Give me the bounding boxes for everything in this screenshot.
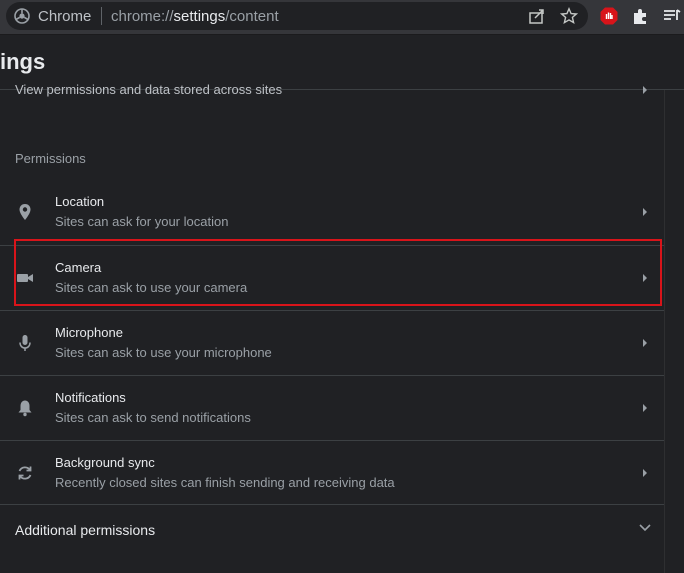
chrome-logo-icon xyxy=(14,8,30,24)
additional-permissions-label: Additional permissions xyxy=(15,522,156,538)
permission-row-microphone[interactable]: Microphone Sites can ask to use your mic… xyxy=(0,310,664,375)
permission-title: Background sync xyxy=(55,455,155,470)
share-icon[interactable] xyxy=(528,7,546,25)
permission-title: Notifications xyxy=(55,390,126,405)
permissions-section-heading: Permissions xyxy=(15,151,86,166)
chrome-chip-label: Chrome xyxy=(38,8,92,25)
permission-title: Camera xyxy=(55,260,102,275)
permission-row-camera[interactable]: Camera Sites can ask to use your camera xyxy=(0,245,664,310)
address-separator xyxy=(101,7,102,25)
permission-row-location[interactable]: Location Sites can ask for your location xyxy=(0,180,664,244)
location-pin-icon xyxy=(19,204,31,220)
permission-subtitle: Recently closed sites can finish sending… xyxy=(55,475,395,490)
settings-content: View permissions and data stored across … xyxy=(0,82,664,573)
chevron-right-icon xyxy=(643,339,647,347)
chevron-down-icon xyxy=(639,524,651,532)
chevron-right-icon xyxy=(643,208,647,216)
blocker-extension-icon[interactable] xyxy=(599,6,619,26)
microphone-icon xyxy=(19,335,31,351)
extensions-puzzle-icon[interactable] xyxy=(631,6,651,26)
chevron-right-icon xyxy=(643,86,647,94)
chevron-right-icon xyxy=(643,274,647,282)
bell-icon xyxy=(18,400,32,417)
permission-subtitle: Sites can ask to use your camera xyxy=(55,280,248,295)
url-scheme: chrome:// xyxy=(111,8,174,25)
url-path: /content xyxy=(225,8,279,25)
url-host: settings xyxy=(173,8,226,25)
chevron-right-icon xyxy=(643,404,647,412)
permission-row-notifications[interactable]: Notifications Sites can ask to send noti… xyxy=(0,375,664,440)
permission-subtitle: Sites can ask to send notifications xyxy=(55,410,251,425)
browser-toolbar: Chrome chrome://settings/content xyxy=(0,0,684,35)
view-permissions-row[interactable]: View permissions and data stored across … xyxy=(0,82,664,104)
permission-subtitle: Sites can ask for your location xyxy=(55,214,229,229)
camera-icon xyxy=(17,274,33,282)
sync-icon xyxy=(18,466,32,480)
permission-title: Location xyxy=(55,194,105,209)
url-text[interactable]: chrome://settings/content xyxy=(111,8,279,25)
scrollbar-track[interactable] xyxy=(664,90,684,573)
address-bar[interactable]: Chrome chrome://settings/content xyxy=(6,2,588,30)
bookmark-star-icon[interactable] xyxy=(560,7,578,25)
permission-subtitle: Sites can ask to use your microphone xyxy=(55,345,272,360)
view-permissions-label: View permissions and data stored across … xyxy=(15,82,283,97)
chevron-right-icon xyxy=(643,469,647,477)
permission-row-background-sync[interactable]: Background sync Recently closed sites ca… xyxy=(0,440,664,505)
page-title: ings xyxy=(0,49,46,74)
reading-list-icon[interactable] xyxy=(662,6,682,26)
permission-title: Microphone xyxy=(55,325,123,340)
additional-permissions-row[interactable]: Additional permissions xyxy=(0,504,664,553)
